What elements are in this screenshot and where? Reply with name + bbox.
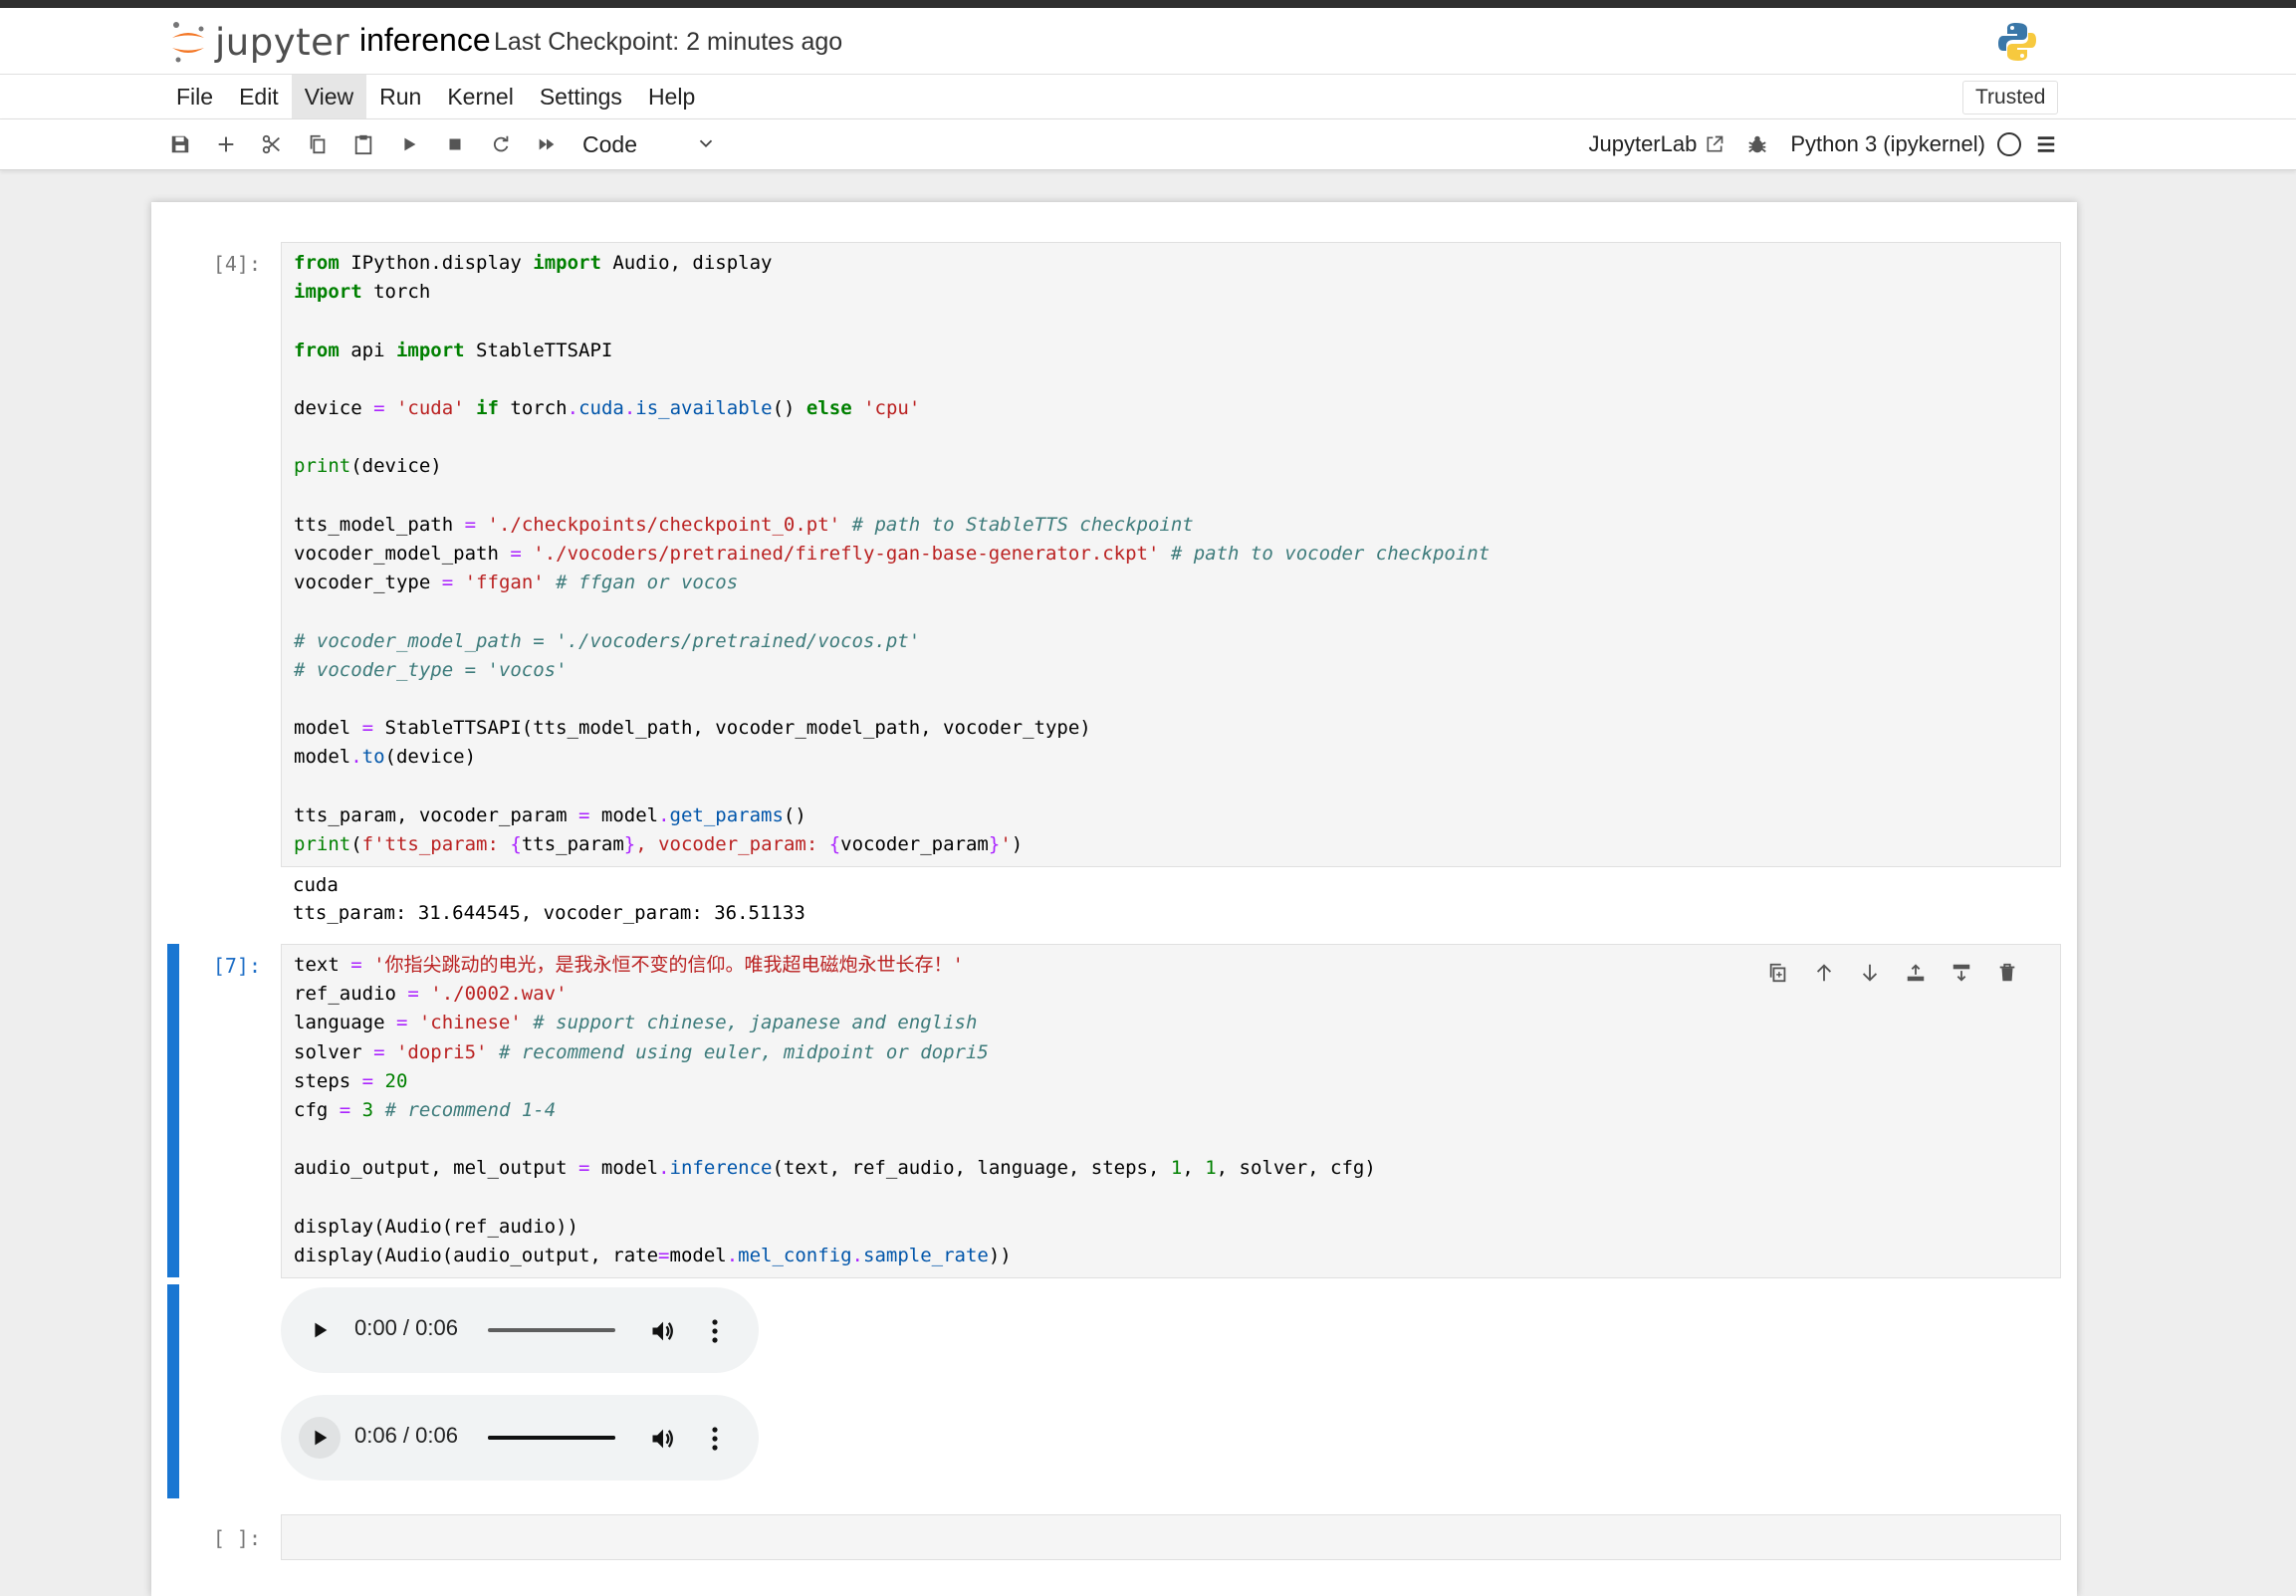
debugger-bug-icon[interactable] (1746, 133, 1768, 155)
add-cell-button[interactable] (203, 128, 249, 160)
volume-icon[interactable] (649, 1425, 677, 1453)
cell-type-value: Code (582, 131, 637, 157)
stop-button[interactable] (432, 128, 478, 160)
fast-forward-icon (539, 138, 555, 150)
duplicate-icon (1769, 963, 1786, 983)
restart-icon (493, 135, 509, 152)
jupyter-logo-icon (169, 20, 207, 64)
cell-prompt: [7]: (212, 954, 261, 978)
run-icon (404, 137, 416, 151)
save-icon (171, 135, 189, 153)
insert-above-button[interactable] (1893, 957, 1939, 989)
jupyterlab-link-label: JupyterLab (1588, 131, 1698, 156)
add-cell-icon (218, 136, 234, 152)
more-options-icon[interactable] (703, 1425, 727, 1453)
active-cell-input-collapser[interactable] (167, 944, 179, 1277)
cell-prompt: [ ]: (212, 1526, 261, 1550)
trusted-indicator[interactable]: Trusted (1962, 81, 2059, 114)
move-up-icon (1816, 964, 1832, 982)
paste-icon (354, 134, 372, 155)
external-link-icon (1707, 135, 1723, 152)
code-cell-input[interactable]: from IPython.display import Audio, displ… (281, 242, 2061, 867)
notebook-title[interactable]: inference (359, 22, 491, 59)
cell-output: cuda tts_param: 31.644545, vocoder_param:… (293, 871, 805, 927)
restart-run-all-button[interactable] (524, 128, 570, 160)
insert-below-button[interactable] (1939, 957, 1984, 989)
menu-kernel[interactable]: Kernel (434, 75, 526, 118)
kernel-status-idle-icon (1997, 132, 2021, 156)
notebook-panel: [4]: from IPython.display import Audio, … (151, 202, 2077, 1596)
main-menu: File Edit View Run Kernel Settings Help (163, 75, 708, 118)
cut-button[interactable] (249, 128, 295, 160)
insert-below-icon (1952, 964, 1970, 982)
code-editor[interactable]: from IPython.display import Audio, displ… (282, 243, 2060, 859)
active-cell-output-collapser[interactable] (167, 1284, 179, 1498)
copy-button[interactable] (295, 128, 341, 160)
audio-time: 0:00 / 0:06 (354, 1315, 458, 1340)
play-icon (315, 1430, 328, 1446)
chevron-down-icon (699, 139, 713, 148)
menu-bar: File Edit View Run Kernel Settings Help … (0, 75, 2296, 119)
menu-settings[interactable]: Settings (527, 75, 635, 118)
audio-player[interactable]: 0:00 / 0:06 (281, 1287, 759, 1373)
cut-icon (262, 134, 280, 154)
jupyter-logo[interactable]: jupyter (169, 20, 349, 64)
notebook-toolbar: Code JupyterLab Python 3 (ipykernel) (0, 119, 2296, 170)
run-button[interactable] (386, 128, 432, 160)
output-line: cuda (293, 874, 339, 896)
audio-player[interactable]: 0:06 / 0:06 (281, 1395, 759, 1481)
save-button[interactable] (157, 128, 203, 160)
kernel-area: JupyterLab Python 3 (ipykernel) (1588, 128, 2057, 160)
window-top-strip (0, 0, 2296, 8)
copy-icon (310, 134, 326, 154)
delete-icon (1999, 963, 2015, 982)
menu-view[interactable]: View (291, 75, 367, 118)
menu-edit[interactable]: Edit (226, 75, 292, 118)
duplicate-cell-button[interactable] (1755, 957, 1801, 989)
delete-cell-button[interactable] (1984, 957, 2030, 989)
cell-prompt: [4]: (212, 252, 261, 276)
restart-button[interactable] (478, 128, 524, 160)
play-button[interactable] (299, 1417, 341, 1459)
menu-help[interactable]: Help (635, 75, 708, 118)
output-line: tts_param: 31.644545, vocoder_param: 36.… (293, 902, 805, 924)
cell-toolbar (1755, 957, 2030, 989)
volume-icon[interactable] (649, 1317, 677, 1345)
code-cell-input[interactable]: text = '你指尖跳动的电光，是我永恒不变的信仰。唯我超电磁炮永世长存！' … (281, 944, 2061, 1278)
audio-seek-slider[interactable] (488, 1328, 615, 1332)
play-button[interactable] (299, 1309, 341, 1351)
move-down-button[interactable] (1847, 957, 1893, 989)
stop-icon (449, 138, 461, 150)
cell-type-select[interactable]: Code (582, 128, 717, 160)
audio-time: 0:06 / 0:06 (354, 1423, 458, 1448)
empty-code-cell-input[interactable] (281, 1514, 2061, 1560)
jupyter-logo-text: jupyter (215, 20, 350, 64)
menu-file[interactable]: File (163, 75, 226, 118)
checkpoint-status: Last Checkpoint: 2 minutes ago (494, 28, 843, 56)
insert-above-icon (1907, 964, 1925, 982)
kernel-name[interactable]: Python 3 (ipykernel) (1790, 131, 1985, 157)
jupyterlab-link[interactable]: JupyterLab (1588, 131, 1724, 157)
notebook-header: jupyter inference Last Checkpoint: 2 min… (0, 8, 2296, 75)
paste-button[interactable] (341, 128, 386, 160)
move-up-button[interactable] (1801, 957, 1847, 989)
audio-seek-slider[interactable] (488, 1436, 615, 1440)
menu-run[interactable]: Run (366, 75, 434, 118)
move-down-icon (1862, 964, 1878, 982)
code-editor[interactable]: text = '你指尖跳动的电光，是我永恒不变的信仰。唯我超电磁炮永世长存！' … (282, 945, 2060, 1270)
hamburger-menu-icon[interactable] (2035, 133, 2057, 155)
more-options-icon[interactable] (703, 1317, 727, 1345)
audio-seek-progress (488, 1436, 615, 1440)
python-logo-icon (1995, 20, 2039, 64)
play-icon (315, 1322, 328, 1338)
